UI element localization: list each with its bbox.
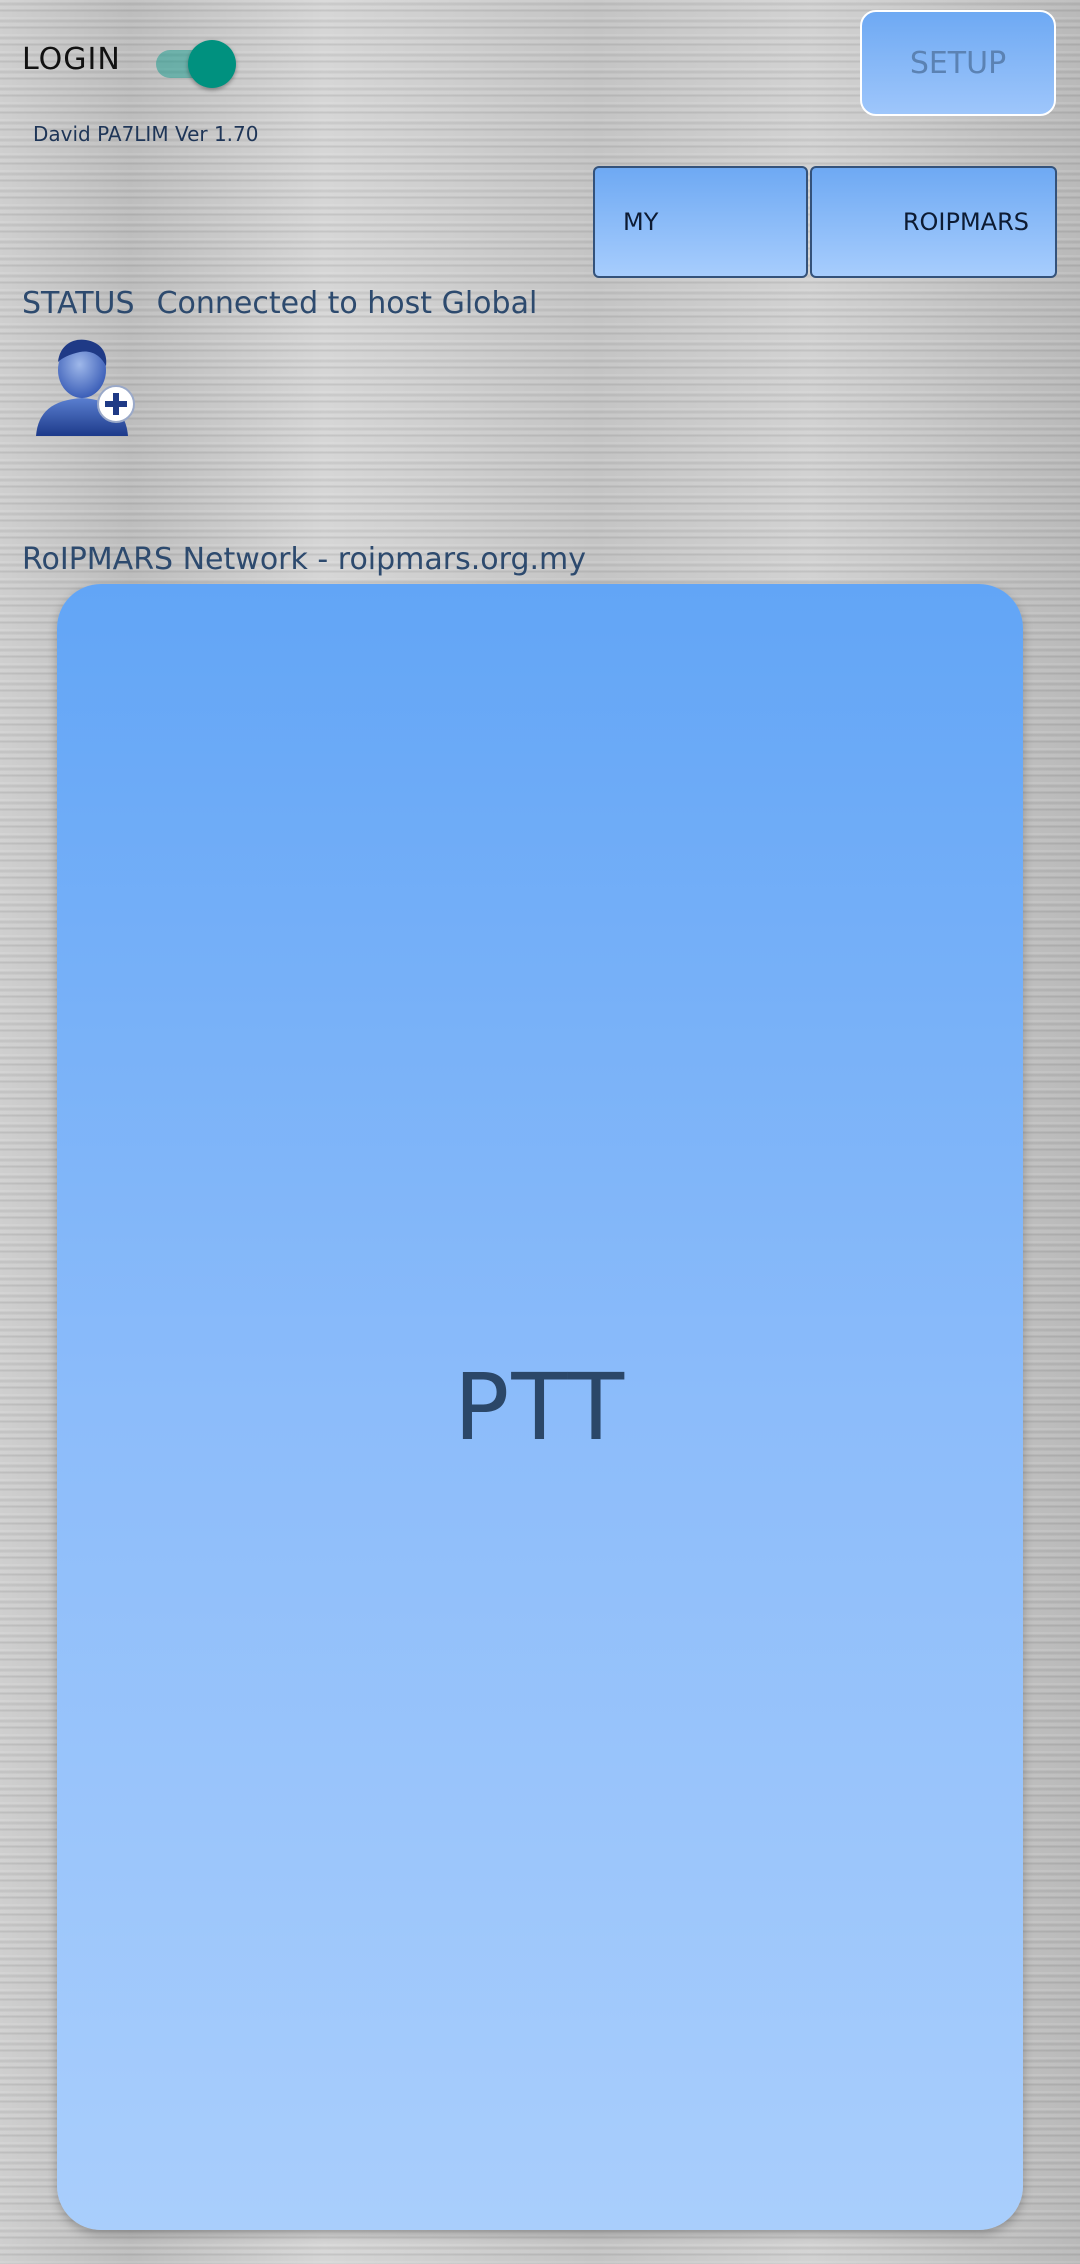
login-toggle[interactable] — [152, 40, 238, 88]
ptt-label: PTT — [453, 1353, 627, 1461]
add-user-icon-graphic — [36, 339, 135, 436]
my-button[interactable]: MY — [593, 166, 808, 278]
roipmars-button-label: ROIPMARS — [902, 208, 1029, 236]
setup-button[interactable]: SETUP — [860, 10, 1056, 116]
roipmars-button[interactable]: ROIPMARS — [810, 166, 1057, 278]
version-text: David PA7LIM Ver 1.70 — [33, 122, 259, 146]
my-button-label: MY — [623, 208, 659, 236]
network-text: RoIPMARS Network - roipmars.org.my — [22, 542, 587, 577]
status-line: STATUS Connected to host Global — [22, 286, 537, 321]
login-toggle-thumb — [188, 40, 236, 88]
status-text: Connected to host Global — [156, 286, 538, 321]
login-label: LOGIN — [22, 42, 121, 77]
add-user-icon[interactable] — [30, 332, 140, 442]
status-label: STATUS — [22, 286, 135, 321]
ptt-button[interactable]: PTT — [57, 584, 1023, 2230]
